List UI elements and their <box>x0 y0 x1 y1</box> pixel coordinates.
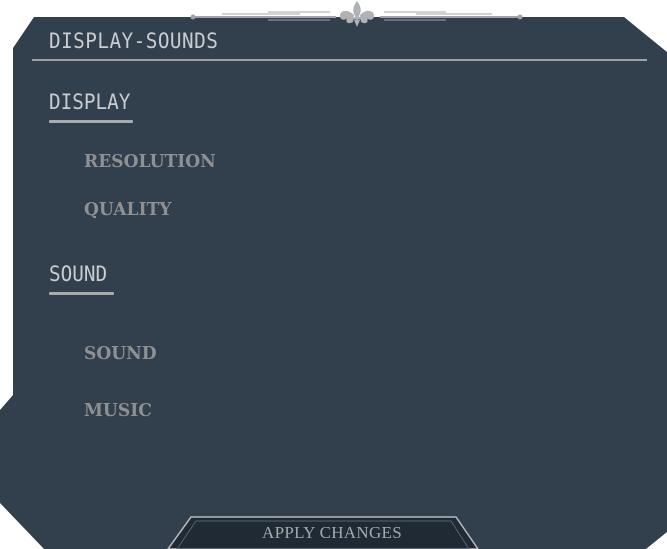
quality-option[interactable]: QUALITY <box>84 199 172 220</box>
section-heading-sound: SOUND <box>49 262 108 286</box>
section-underline-display <box>49 120 133 123</box>
resolution-option[interactable]: RESOLUTION <box>84 151 216 172</box>
apply-changes-label: APPLY CHANGES <box>262 523 402 542</box>
section-heading-display: DISPLAY <box>49 90 131 114</box>
sound-option[interactable]: SOUND <box>84 343 157 364</box>
panel-title: DISPLAY-SOUNDS <box>49 29 219 53</box>
settings-panel: DISPLAY-SOUNDS DISPLAY RESOLUTION QUALIT… <box>0 0 667 549</box>
music-option[interactable]: MUSIC <box>84 400 152 421</box>
section-underline-sound <box>49 292 114 295</box>
